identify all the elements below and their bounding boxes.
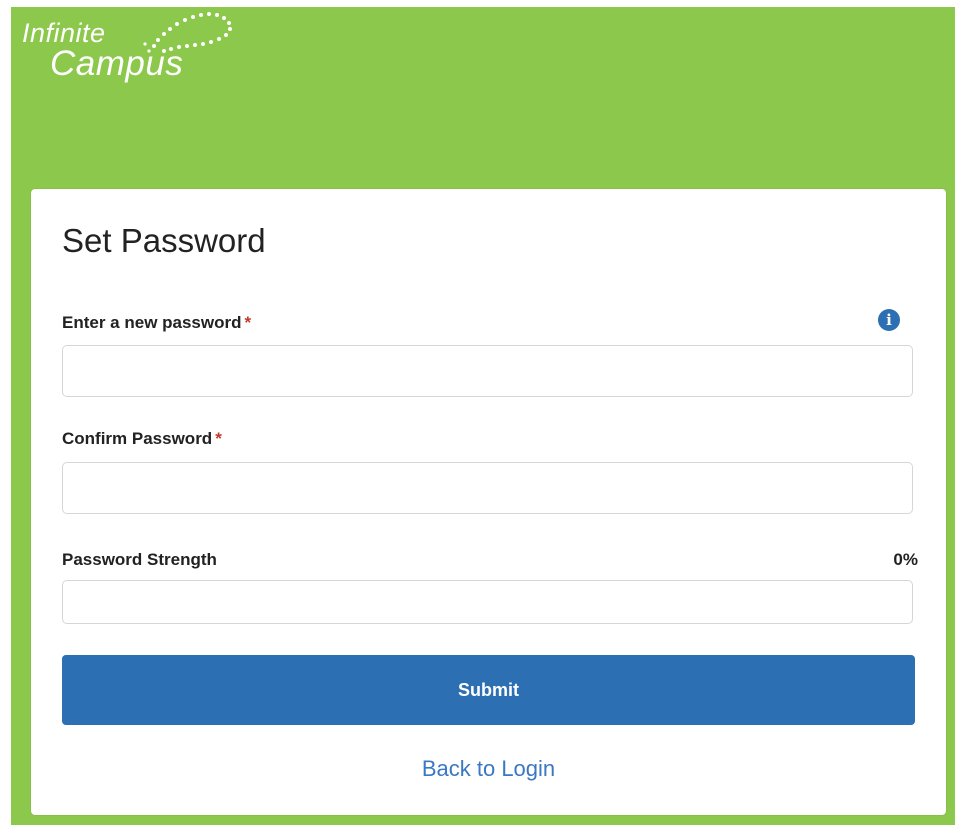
confirm-password-label: Confirm Password * [62,429,222,449]
new-password-field[interactable] [62,345,913,397]
required-marker: * [244,313,252,332]
required-marker: * [215,429,222,448]
back-to-login-link[interactable]: Back to Login [31,756,946,782]
page-frame: Infinite Campus Set Password Enter a new… [0,0,955,825]
confirm-password-field[interactable] [62,462,913,514]
password-strength-meter [62,580,913,624]
password-strength-label: Password Strength [62,550,217,569]
submit-button[interactable]: Submit [62,655,915,725]
info-circle-icon[interactable]: i [878,309,900,331]
new-password-label-text: Enter a new password [62,313,242,332]
password-strength-value: 0% [893,550,918,569]
infinite-campus-logo: Infinite Campus [20,4,270,94]
new-password-label: Enter a new password * [62,313,251,333]
confirm-password-label-text: Confirm Password [62,429,213,448]
page-title: Set Password [62,222,266,259]
logo-swirl-icon [143,12,232,53]
set-password-card: Set Password Enter a new password * i Con… [31,189,946,815]
